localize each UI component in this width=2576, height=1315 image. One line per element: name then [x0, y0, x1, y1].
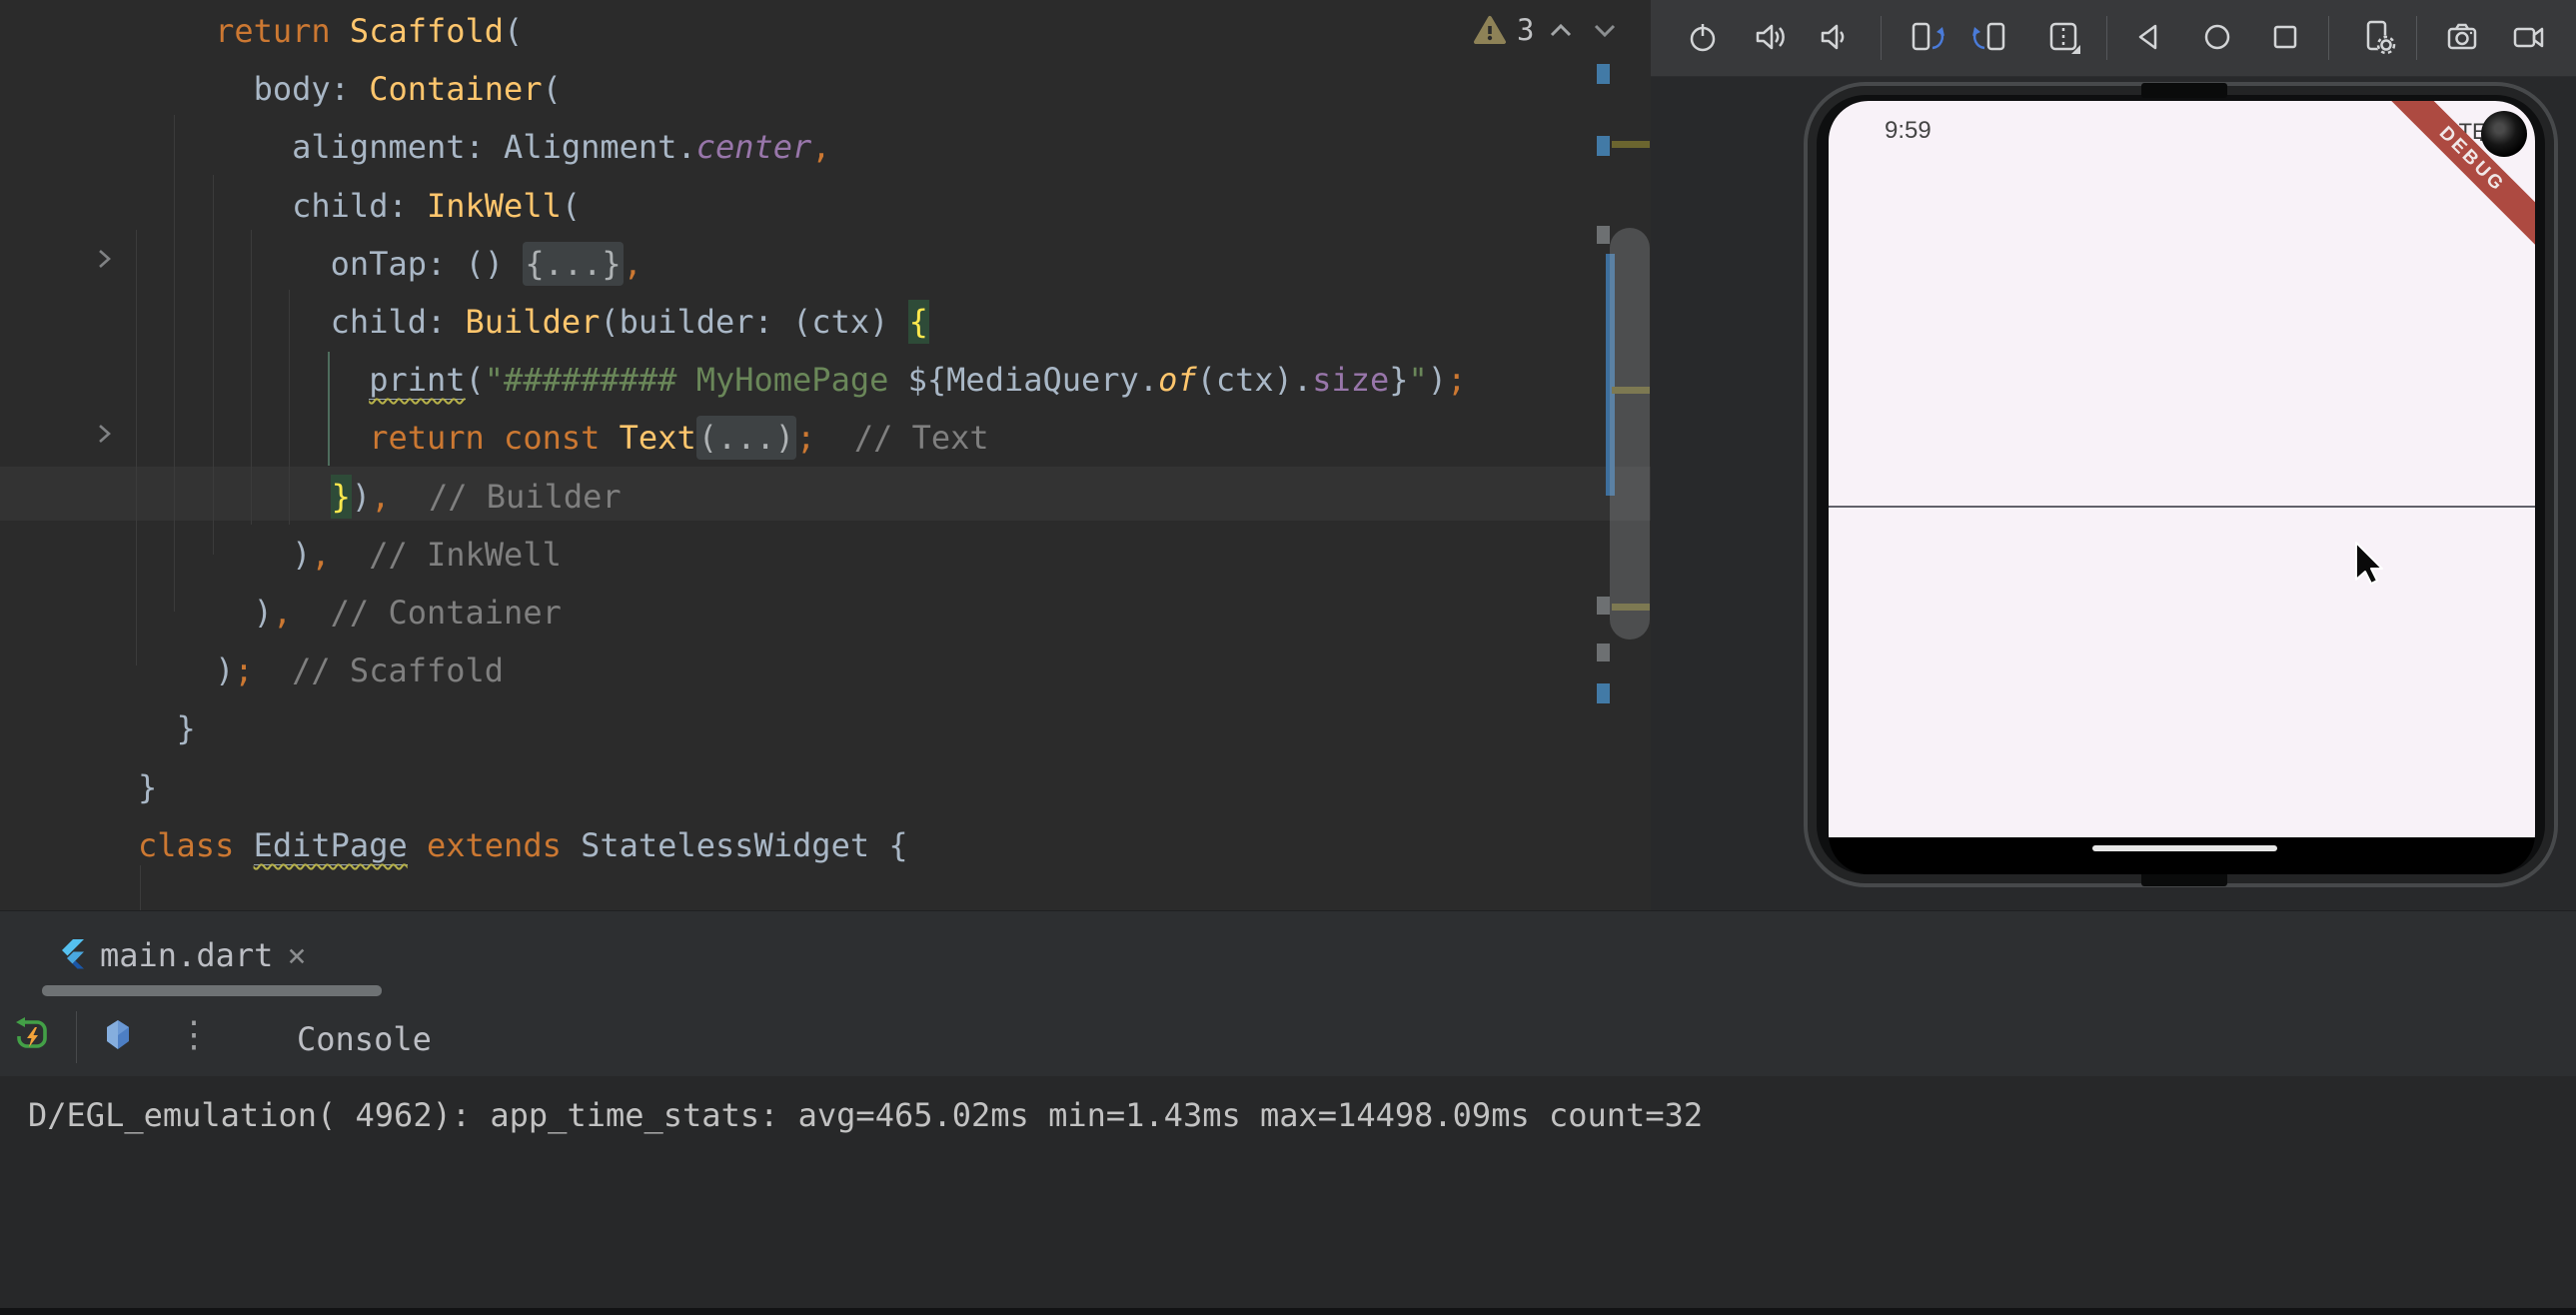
fold-crease-line: [1829, 506, 2535, 508]
toolbar-divider: [76, 1011, 77, 1063]
rotate-left-icon[interactable]: [1907, 17, 1946, 57]
camera-punch-hole: [2481, 111, 2527, 157]
run-tab-label: main.dart: [100, 936, 273, 974]
console-toolbar: ⋮ Console: [0, 1000, 2576, 1076]
toolbar-divider: [1881, 16, 1882, 60]
code-line: }: [138, 699, 196, 757]
change-stripe-mark: [1597, 136, 1610, 156]
code-line: body: Container(: [138, 60, 562, 118]
home-icon[interactable]: [2197, 17, 2237, 57]
code-line: }), // Builder: [138, 468, 622, 526]
ide-window: return Scaffold( body: Container( alignm…: [0, 0, 2576, 1315]
fold-icon[interactable]: [2043, 17, 2083, 57]
emulator-toolbar: [1651, 0, 2576, 77]
code-line: onTap: () {...},: [138, 235, 643, 293]
code-line: alignment: Alignment.center,: [138, 118, 831, 176]
code-line: print("######### MyHomePage ${MediaQuery…: [138, 351, 1466, 409]
more-options-icon[interactable]: ⋮: [176, 1014, 212, 1055]
code-line: }: [138, 758, 157, 816]
flutter-icon: [60, 939, 86, 971]
code-editor[interactable]: return Scaffold( body: Container( alignm…: [0, 0, 1651, 910]
warning-count: 3: [1517, 13, 1534, 47]
emulator-panel: 9:59 LTE DEBUG: [1651, 0, 2576, 910]
change-stripe-mark: [1597, 644, 1610, 661]
prev-warning-icon[interactable]: [1544, 15, 1578, 45]
window-bottom-edge: [0, 1308, 2576, 1315]
run-tab-strip: main.dart ×: [0, 911, 2576, 1000]
scrollbar-thumb[interactable]: [1610, 228, 1650, 640]
phone-device-frame: 9:59 LTE DEBUG: [1804, 82, 2558, 887]
warning-stripe-mark: [1612, 141, 1650, 148]
volume-down-icon[interactable]: [1814, 17, 1854, 57]
volume-up-icon[interactable]: [1751, 17, 1791, 57]
hinge-top: [2141, 83, 2227, 98]
run-tool-window: main.dart × ⋮ Cons: [0, 910, 2576, 1315]
change-stripe-mark: [1597, 64, 1610, 84]
code-line: child: Builder(builder: (ctx) {: [138, 293, 929, 351]
hot-restart-icon[interactable]: [12, 1014, 52, 1054]
editor-scroll-markers: [1595, 0, 1651, 910]
console-tab[interactable]: Console: [297, 1020, 432, 1058]
rotate-right-icon[interactable]: [1970, 17, 2010, 57]
change-stripe-mark: [1597, 597, 1610, 615]
code-line: ), // Container: [138, 584, 562, 642]
code-line: child: InkWell(: [138, 177, 581, 235]
code-line: return const Text(...); // Text: [138, 409, 989, 467]
change-stripe-mark: [1597, 226, 1610, 244]
code-lines: return Scaffold( body: Container( alignm…: [0, 0, 1651, 910]
warning-icon[interactable]: [1473, 15, 1507, 45]
console-output[interactable]: D/EGL_emulation( 4962): app_time_stats: …: [0, 1076, 2576, 1308]
back-icon[interactable]: [2129, 17, 2169, 57]
status-time: 9:59: [1885, 117, 1932, 145]
device-settings-icon[interactable]: [2358, 17, 2398, 57]
change-stripe-mark: [1597, 683, 1610, 703]
screenshot-icon[interactable]: [2442, 17, 2482, 57]
toolbar-divider: [2106, 16, 2107, 60]
dart-device-icon[interactable]: [98, 1014, 138, 1054]
code-line: ), // InkWell: [138, 526, 562, 584]
run-tab-main-dart[interactable]: main.dart ×: [60, 925, 307, 985]
power-icon[interactable]: [1683, 17, 1723, 57]
log-line: D/EGL_emulation( 4962): app_time_stats: …: [28, 1096, 1703, 1134]
code-line: ); // Scaffold: [138, 642, 504, 699]
record-icon[interactable]: [2508, 17, 2548, 57]
toolbar-divider: [2328, 16, 2329, 60]
selected-tab-underline: [42, 985, 382, 996]
close-tab-icon[interactable]: ×: [287, 936, 306, 974]
app-surface[interactable]: 9:59 LTE DEBUG: [1829, 101, 2535, 837]
phone-screen[interactable]: 9:59 LTE DEBUG: [1829, 101, 2535, 874]
code-line: class EditPage extends StatelessWidget {: [138, 816, 908, 874]
mouse-cursor: [2351, 541, 2387, 589]
home-indicator[interactable]: [2092, 845, 2277, 851]
code-line: return Scaffold(: [138, 2, 523, 60]
overview-icon[interactable]: [2265, 17, 2305, 57]
toolbar-divider: [2416, 16, 2417, 60]
